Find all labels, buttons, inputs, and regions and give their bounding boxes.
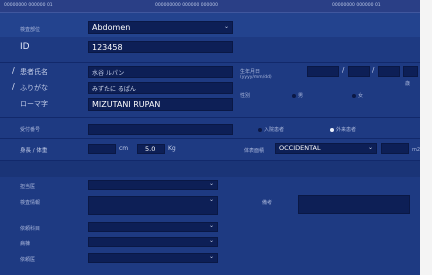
- patient-romaji-value: MIZUTANI RUPAN: [92, 100, 161, 109]
- chevron-down-icon[interactable]: ⌄: [209, 197, 214, 203]
- height-weight-label: 身長 / 体重: [20, 148, 48, 154]
- section-gap: [0, 161, 420, 177]
- notes-label: 備考: [262, 200, 273, 206]
- birthdate-format: (yyyy/mm/dd): [240, 75, 272, 80]
- kana-label: ふりがな: [20, 84, 48, 92]
- requesting-doctor-label: 依頼医: [20, 257, 36, 263]
- patient-name-value: 水谷 ルパン: [92, 70, 125, 77]
- birth-month-field[interactable]: [348, 66, 370, 77]
- notes-field[interactable]: [298, 195, 410, 214]
- birth-day-field[interactable]: [378, 66, 400, 77]
- sex-female-label: 女: [358, 93, 364, 99]
- sex-label: 性別: [240, 93, 251, 99]
- bsa-formula-value: OCCIDENTAL: [279, 144, 321, 152]
- ultrasound-patient-form: 00000000 000000 01 000000000 000000 0000…: [0, 0, 420, 275]
- outpatient-label: 外来患者: [336, 127, 357, 133]
- chevron-down-icon[interactable]: ⌄: [368, 144, 373, 151]
- chevron-down-icon[interactable]: ⌄: [224, 23, 229, 30]
- patient-name-field[interactable]: 水谷 ルパン: [88, 66, 233, 78]
- bsa-formula-select[interactable]: OCCIDENTAL ⌄: [275, 143, 377, 154]
- divider: [0, 117, 420, 118]
- weight-field[interactable]: 5.0: [137, 144, 165, 154]
- date-separator: /: [372, 66, 375, 74]
- inpatient-label: 入院患者: [264, 127, 285, 133]
- request-dept-label: 依頼科目: [20, 226, 41, 232]
- chevron-down-icon[interactable]: ⌄: [209, 181, 214, 187]
- request-dept-select[interactable]: ⌄: [88, 222, 218, 232]
- bsa-label: 体表面積: [244, 148, 265, 154]
- romaji-label: ローマ字: [20, 100, 48, 108]
- patient-kana-value: みずたに るぱん: [92, 86, 136, 93]
- status-bar: 00000000 000000 01 000000000 000000 0000…: [0, 0, 420, 13]
- age-unit: 歳: [405, 81, 411, 87]
- weight-value: 5.0: [145, 145, 156, 153]
- birth-year-field[interactable]: [307, 66, 339, 77]
- status-left: 00000000 000000 01: [4, 3, 53, 8]
- sex-female-radio[interactable]: [352, 94, 356, 98]
- ward-label: 病棟: [20, 241, 31, 247]
- ward-select[interactable]: ⌄: [88, 237, 218, 247]
- sex-male-radio[interactable]: [292, 94, 296, 98]
- weight-unit: Kg: [168, 145, 176, 152]
- name-label: 患者氏名: [20, 68, 48, 76]
- exam-info-label: 検査情報: [20, 200, 41, 206]
- chevron-down-icon[interactable]: ⌄: [209, 254, 214, 260]
- id-label: ID: [20, 42, 30, 52]
- height-field[interactable]: [88, 144, 116, 154]
- birthdate-label: 生年月日: [240, 69, 261, 75]
- exam-region-select[interactable]: Abdomen ⌄: [88, 21, 233, 34]
- doctor-label: 担当医: [20, 184, 36, 190]
- patient-kana-field[interactable]: みずたに るぱん: [88, 82, 233, 94]
- doctor-select[interactable]: ⌄: [88, 180, 218, 190]
- inpatient-radio[interactable]: [258, 128, 262, 132]
- divider: [0, 138, 420, 139]
- height-unit: cm: [119, 145, 129, 152]
- required-mark: ∕: [12, 66, 15, 75]
- patient-id-value: 123458: [92, 43, 123, 52]
- status-right: 00000000 000000 01: [332, 3, 381, 8]
- chevron-down-icon[interactable]: ⌄: [209, 238, 214, 244]
- exam-region-value: Abdomen: [92, 23, 131, 32]
- requesting-doctor-select[interactable]: ⌄: [88, 253, 218, 263]
- divider: [0, 62, 420, 63]
- reception-number-field[interactable]: [88, 124, 233, 135]
- outpatient-radio[interactable]: [330, 128, 334, 132]
- age-field[interactable]: [403, 66, 418, 77]
- patient-romaji-field[interactable]: MIZUTANI RUPAN: [88, 98, 233, 111]
- reception-label: 受付番号: [20, 127, 41, 133]
- exam-info-field[interactable]: ⌄: [88, 196, 218, 215]
- bsa-unit: m2: [412, 147, 421, 153]
- status-center: 000000000 000000 000000: [155, 3, 218, 8]
- date-separator: /: [342, 66, 345, 74]
- chevron-down-icon[interactable]: ⌄: [209, 223, 214, 229]
- required-mark: ∕: [12, 82, 15, 91]
- sex-male-label: 男: [298, 93, 304, 99]
- bsa-value-field[interactable]: [381, 143, 409, 154]
- patient-id-field[interactable]: 123458: [88, 41, 233, 53]
- exam-label: 検査部位: [20, 27, 41, 33]
